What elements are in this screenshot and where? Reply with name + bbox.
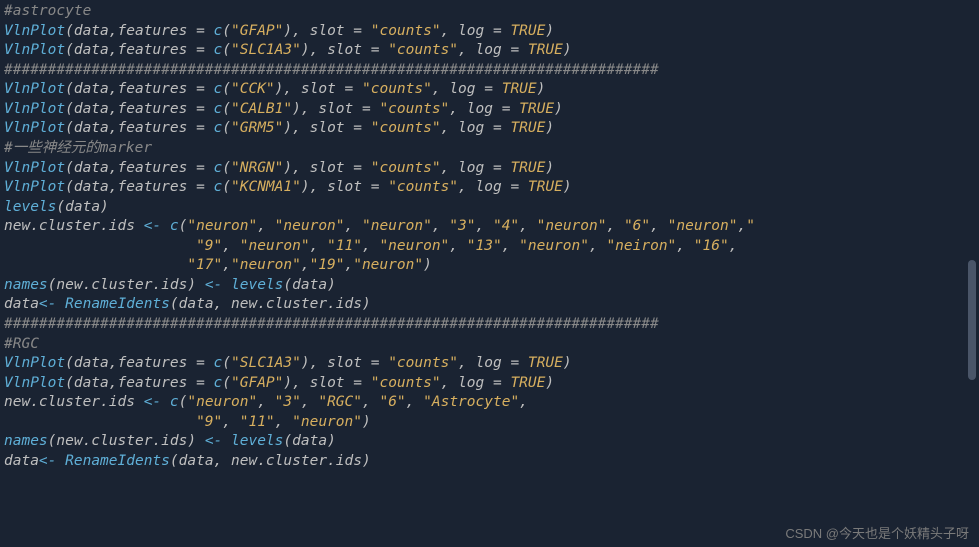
code-line[interactable]: #一些神经元的marker — [4, 139, 975, 159]
code-line[interactable]: names(new.cluster.ids) <- levels(data) — [4, 276, 975, 296]
code-line[interactable]: VlnPlot(data,features = c("SLC1A3"), slo… — [4, 41, 975, 61]
code-line[interactable]: "9", "11", "neuron") — [4, 413, 975, 433]
code-line[interactable]: VlnPlot(data,features = c("CALB1"), slot… — [4, 100, 975, 120]
code-line[interactable]: VlnPlot(data,features = c("GRM5"), slot … — [4, 119, 975, 139]
code-line[interactable]: VlnPlot(data,features = c("KCNMA1"), slo… — [4, 178, 975, 198]
code-line[interactable]: #RGC — [4, 335, 975, 355]
code-line[interactable]: VlnPlot(data,features = c("CCK"), slot =… — [4, 80, 975, 100]
code-line[interactable]: ########################################… — [4, 315, 975, 335]
code-line[interactable]: "17","neuron","19","neuron") — [4, 256, 975, 276]
watermark: CSDN @今天也是个妖精头子呀 — [785, 525, 969, 543]
code-line[interactable]: data<- RenameIdents(data, new.cluster.id… — [4, 452, 975, 472]
code-line[interactable]: data<- RenameIdents(data, new.cluster.id… — [4, 295, 975, 315]
code-line[interactable]: new.cluster.ids <- c("neuron", "neuron",… — [4, 217, 975, 237]
code-line[interactable]: levels(data) — [4, 198, 975, 218]
code-editor[interactable]: #astrocyteVlnPlot(data,features = c("GFA… — [4, 2, 975, 472]
code-line[interactable]: VlnPlot(data,features = c("NRGN"), slot … — [4, 159, 975, 179]
code-line[interactable]: ########################################… — [4, 61, 975, 81]
code-line[interactable]: new.cluster.ids <- c("neuron", "3", "RGC… — [4, 393, 975, 413]
code-line[interactable]: VlnPlot(data,features = c("SLC1A3"), slo… — [4, 354, 975, 374]
code-line[interactable]: VlnPlot(data,features = c("GFAP"), slot … — [4, 374, 975, 394]
scrollbar-thumb[interactable] — [968, 260, 976, 380]
code-line[interactable]: VlnPlot(data,features = c("GFAP"), slot … — [4, 22, 975, 42]
code-line[interactable]: "9", "neuron", "11", "neuron", "13", "ne… — [4, 237, 975, 257]
code-line[interactable]: names(new.cluster.ids) <- levels(data) — [4, 432, 975, 452]
code-line[interactable]: #astrocyte — [4, 2, 975, 22]
